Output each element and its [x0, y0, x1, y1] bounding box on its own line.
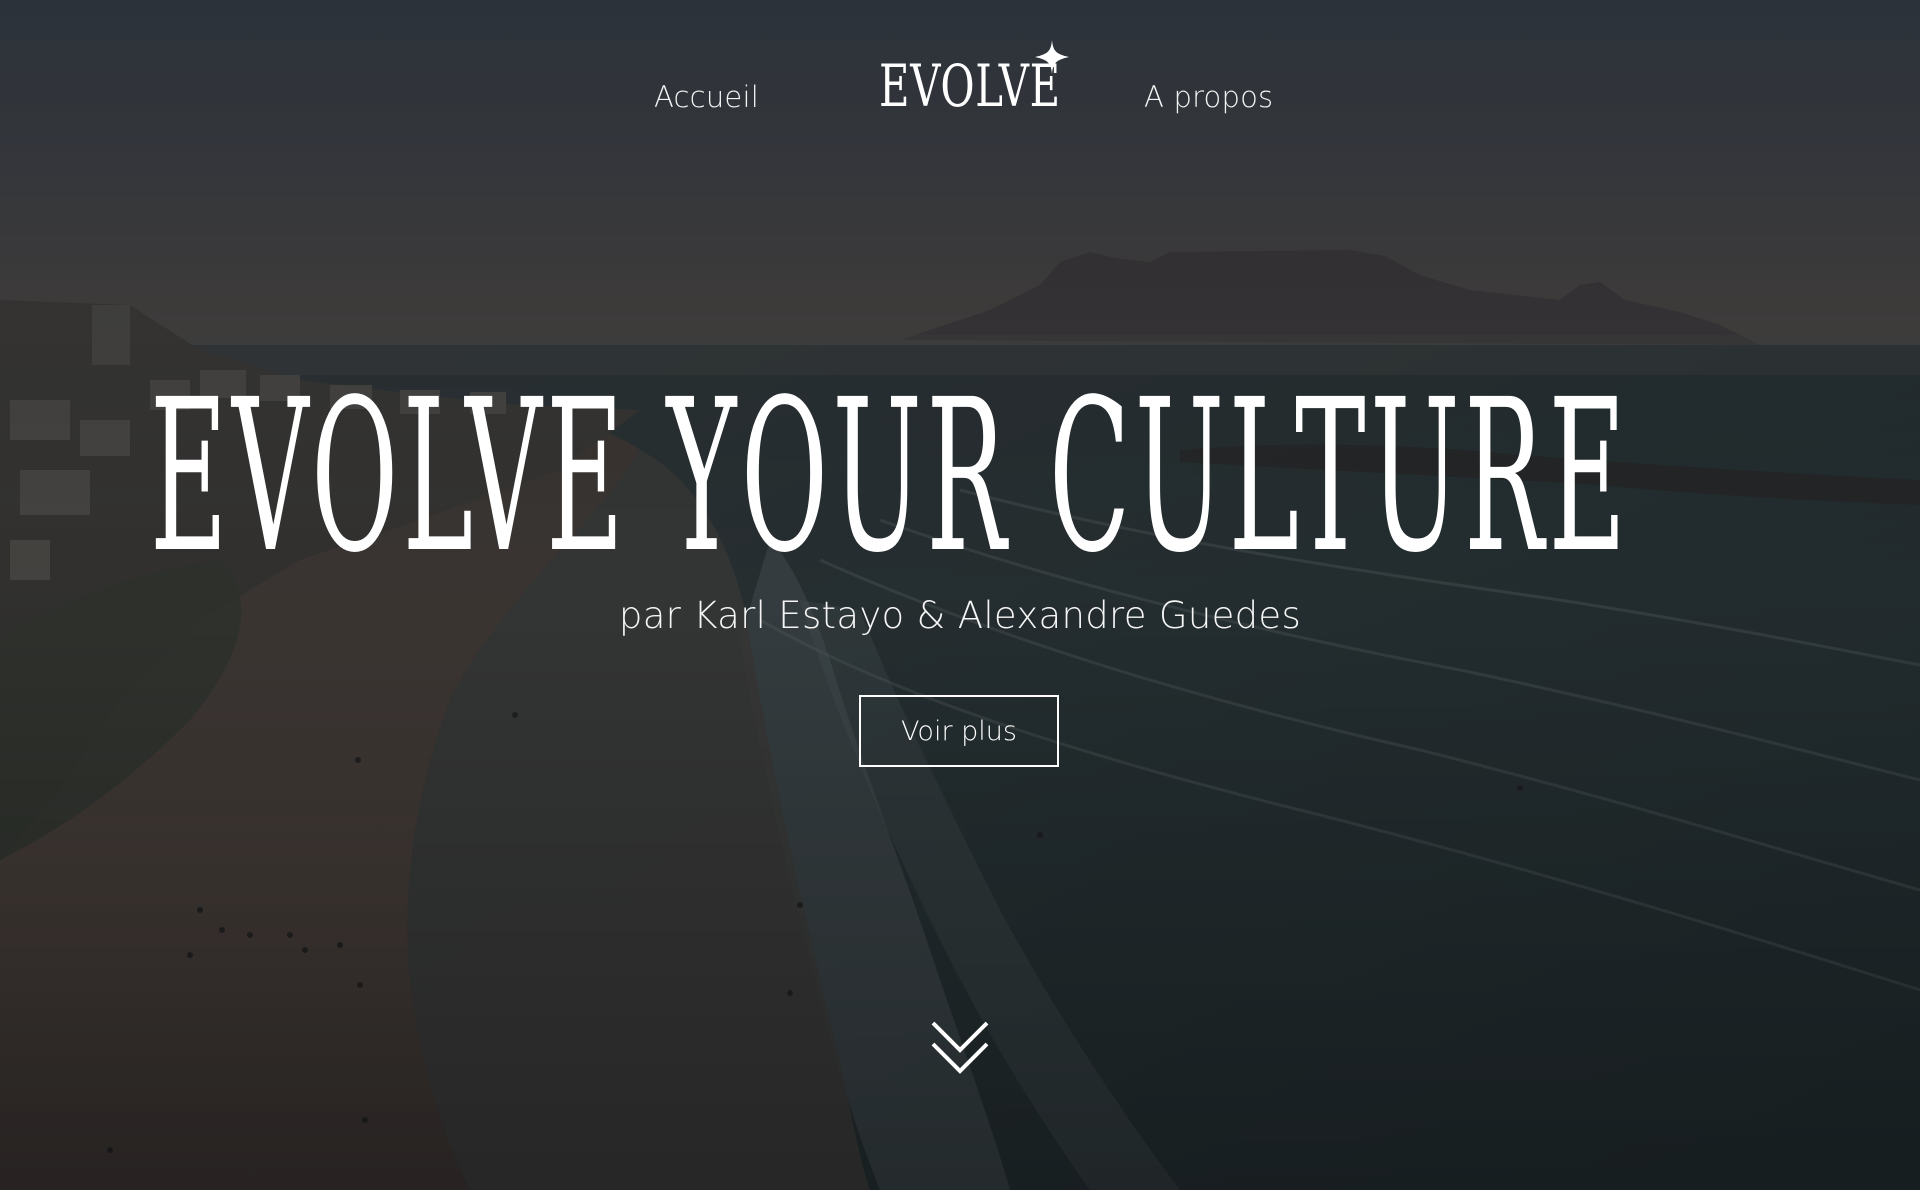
- hero-headline: EVOLVE YOUR CULTURE: [150, 354, 1631, 599]
- sparkle-icon: [1035, 40, 1069, 74]
- evolve-logo[interactable]: EVOLVE: [875, 40, 1075, 120]
- nav-home-link[interactable]: Accueil: [654, 80, 759, 114]
- logo-wordmark: EVOLVE: [879, 52, 1061, 120]
- hero-headline-wrap: EVOLVE YOUR CULTURE: [150, 354, 1770, 599]
- voir-plus-button[interactable]: Voir plus: [859, 695, 1059, 767]
- nav-about-link[interactable]: A propos: [1144, 80, 1273, 114]
- double-chevron-down-icon[interactable]: [930, 1020, 990, 1076]
- hero-subtitle: par Karl Estayo & Alexandre Guedes: [618, 594, 1302, 637]
- hero-section: Accueil EVOLVE A propos EVOLVE YOUR CULT…: [0, 0, 1920, 1190]
